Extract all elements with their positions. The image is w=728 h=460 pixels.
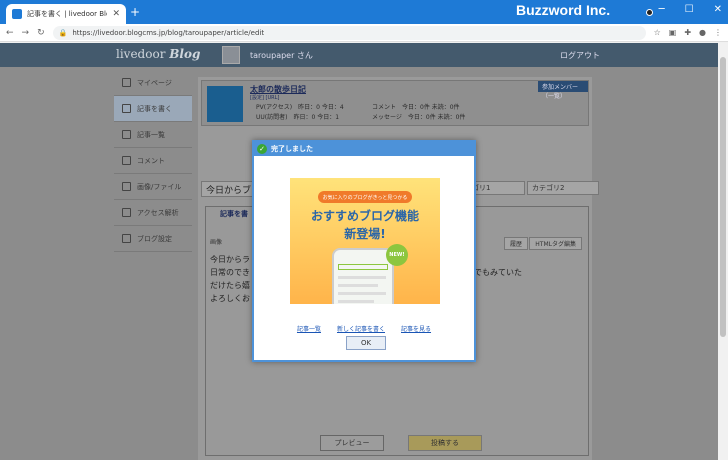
extension-icon[interactable]: ▣	[669, 28, 677, 37]
home-icon	[122, 78, 131, 87]
blog-links[interactable]: [設定] [URL]	[250, 94, 279, 101]
document-icon	[122, 130, 131, 139]
history-button[interactable]: 履歴	[503, 237, 528, 250]
browser-tab[interactable]: 記事を書く | livedoor Blog ✕	[6, 4, 126, 24]
username: taroupaper さん	[250, 51, 313, 60]
sidebar-item-articles[interactable]: 記事一覧	[114, 122, 192, 148]
window-controls: ─ ☐ ✕	[659, 4, 722, 15]
dialog-header: ✓ 完了しました	[254, 142, 474, 156]
blog-thumbnail	[207, 86, 243, 122]
check-icon: ✓	[257, 144, 267, 154]
chart-icon	[122, 208, 131, 217]
phone-illustration	[332, 248, 394, 304]
lock-icon: 🔒	[58, 28, 68, 37]
scrollbar-thumb[interactable]	[720, 57, 726, 337]
logo-blog: Blog	[169, 47, 201, 61]
wrench-icon	[122, 234, 131, 243]
banner-line1: おすすめブログ機能	[310, 209, 419, 223]
stats-comments: コメント 今日：0件 未読：0件	[372, 104, 460, 111]
browser-tools: ☆ ▣ ✚ ● ⋮	[654, 28, 722, 37]
close-tab-icon[interactable]: ✕	[112, 9, 120, 19]
reload-icon[interactable]: ↻	[37, 28, 45, 38]
dialog-title: 完了しました	[271, 145, 313, 153]
stats-messages: メッセージ 今日：0件 未読：0件	[372, 114, 466, 121]
banner-line2: 新登場!	[344, 227, 386, 241]
pencil-icon	[122, 104, 131, 113]
post-button[interactable]: 投稿する	[408, 435, 482, 451]
preview-button[interactable]: プレビュー	[320, 435, 384, 451]
dialog-links: 記事一覧 新しく記事を書く 記事を見る	[254, 324, 474, 333]
url-field[interactable]: 🔒 https://livedoor.blogcms.jp/blog/tarou…	[52, 25, 646, 40]
avatar[interactable]	[222, 46, 240, 64]
comment-icon	[122, 156, 131, 165]
join-members-button[interactable]: 参加メンバー（一覧）	[538, 81, 588, 100]
banner-pill: お気に入りのブログがきっと見つかる	[318, 191, 412, 203]
sidebar-item-label: アクセス解析	[137, 208, 179, 217]
category2-select[interactable]: カテゴリ2	[527, 181, 599, 195]
record-icon	[646, 9, 653, 16]
back-icon[interactable]: ←	[6, 28, 14, 38]
phone-search-bar	[338, 264, 388, 270]
banner-headline: おすすめブログ機能 新登場!	[290, 207, 440, 243]
star-icon[interactable]: ☆	[654, 28, 661, 37]
phone-line	[338, 292, 386, 295]
new-article-link[interactable]: 新しく記事を書く	[337, 324, 385, 333]
page-scrollbar[interactable]	[718, 43, 728, 460]
tab-title: 記事を書く | livedoor Blog	[27, 10, 108, 18]
sidebar-item-write[interactable]: 記事を書く	[114, 96, 192, 122]
favicon-icon	[12, 9, 22, 19]
logout-link[interactable]: ログアウト	[560, 50, 600, 61]
url-text: https://livedoor.blogcms.jp/blog/taroupa…	[72, 28, 265, 37]
sidebar-item-settings[interactable]: ブログ設定	[114, 226, 192, 252]
sidebar-item-label: 画像/ファイル	[137, 182, 182, 191]
image-icon	[122, 182, 131, 191]
article-list-link[interactable]: 記事一覧	[297, 324, 321, 333]
image-button[interactable]: 画像	[210, 237, 222, 246]
sidebar-item-label: マイページ	[137, 78, 172, 87]
blog-stats-pv: PV(アクセス) 昨日：0 今日：4 UU(訪問者) 昨日：0 今日：1	[256, 103, 344, 123]
sidebar-item-label: コメント	[137, 156, 165, 165]
html-edit-button[interactable]: HTMLタグ編集	[529, 237, 582, 250]
site-header: livedoor Blog taroupaper さん ログアウト	[0, 43, 718, 67]
ok-button[interactable]: OK	[346, 336, 386, 350]
promo-banner[interactable]: お気に入りのブログがきっと見つかる おすすめブログ機能 新登場! NEW!	[290, 178, 440, 304]
sidebar-item-analytics[interactable]: アクセス解析	[114, 200, 192, 226]
forward-icon[interactable]: →	[22, 28, 30, 38]
profile-icon[interactable]: ●	[699, 28, 706, 37]
sidebar-item-label: 記事を書く	[137, 104, 172, 113]
view-article-link[interactable]: 記事を見る	[401, 324, 431, 333]
sidebar-item-mypage[interactable]: マイページ	[114, 70, 192, 96]
menu-icon[interactable]: ⋮	[714, 28, 722, 37]
sidebar: マイページ 記事を書く 記事一覧 コメント 画像/ファイル アクセス解析 ブログ…	[114, 70, 192, 252]
sidebar-item-images[interactable]: 画像/ファイル	[114, 174, 192, 200]
new-badge: NEW!	[386, 244, 408, 266]
editor-label: 記事を書	[220, 210, 248, 218]
phone-line	[338, 300, 374, 303]
puzzle-icon[interactable]: ✚	[684, 28, 691, 37]
phone-line	[338, 284, 378, 287]
maximize-icon[interactable]: ☐	[685, 4, 694, 15]
brand-overlay: Buzzword Inc.	[516, 2, 611, 18]
phone-line	[338, 276, 386, 279]
close-window-icon[interactable]: ✕	[714, 4, 722, 15]
blog-stats-comments: コメント 今日：0件 未読：0件 メッセージ 今日：0件 未読：0件	[372, 103, 465, 123]
bottom-actions: プレビュー 投稿する	[320, 435, 482, 451]
address-bar: ← → ↻ 🔒 https://livedoor.blogcms.jp/blog…	[0, 24, 728, 42]
browser-tabbar: 記事を書く | livedoor Blog ✕ + Buzzword Inc. …	[0, 0, 728, 24]
stats-pv: PV(アクセス) 昨日：0 今日：4	[256, 104, 344, 111]
sidebar-item-label: ブログ設定	[137, 234, 172, 243]
blog-card: 太郎の散歩日記 [設定] [URL] PV(アクセス) 昨日：0 今日：4 UU…	[201, 80, 589, 126]
stats-uu: UU(訪問者) 昨日：0 今日：1	[256, 114, 340, 121]
logo-text: livedoor	[116, 47, 166, 61]
sidebar-item-comments[interactable]: コメント	[114, 148, 192, 174]
sidebar-item-label: 記事一覧	[137, 130, 165, 139]
site-logo[interactable]: livedoor Blog	[116, 47, 200, 61]
completion-dialog: ✓ 完了しました お気に入りのブログがきっと見つかる おすすめブログ機能 新登場…	[252, 140, 476, 362]
minimize-icon[interactable]: ─	[659, 4, 665, 15]
new-tab-icon[interactable]: +	[130, 5, 140, 19]
